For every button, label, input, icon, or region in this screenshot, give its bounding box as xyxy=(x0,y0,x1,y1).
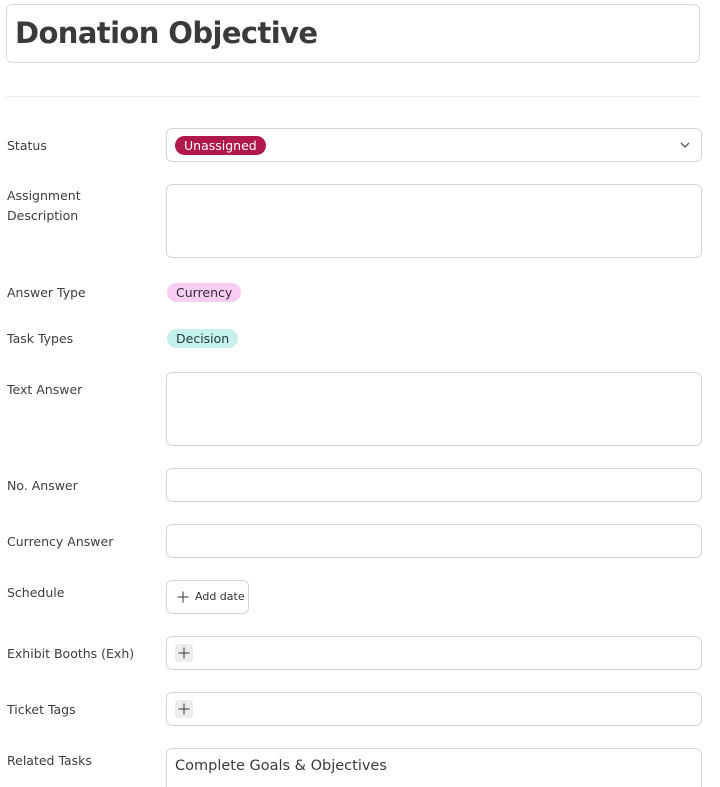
record-detail-page: Donation Objective Status Unassigned Ass… xyxy=(0,0,720,787)
ticket-tags-field[interactable] xyxy=(166,692,702,726)
divider xyxy=(6,96,700,97)
schedule-label: Schedule xyxy=(7,585,65,600)
exhibit-booths-field[interactable] xyxy=(166,636,702,670)
answer-type-tag[interactable]: Currency xyxy=(167,283,242,302)
plus-icon xyxy=(178,703,190,715)
status-label: Status xyxy=(7,138,47,153)
task-types-tag[interactable]: Decision xyxy=(167,329,239,348)
page-title[interactable]: Donation Objective xyxy=(15,16,318,50)
plus-icon xyxy=(178,647,190,659)
plus-icon xyxy=(177,591,189,603)
add-date-label: Add date xyxy=(195,590,245,603)
title-field[interactable]: Donation Objective xyxy=(6,4,700,63)
text-answer-label: Text Answer xyxy=(7,382,83,397)
status-select[interactable]: Unassigned xyxy=(166,128,702,162)
task-types-label: Task Types xyxy=(7,331,74,346)
no-answer-label: No. Answer xyxy=(7,478,78,493)
chevron-down-icon[interactable] xyxy=(679,140,691,150)
related-tasks-field[interactable]: Complete Goals & Objectives xyxy=(166,748,702,787)
add-date-button[interactable]: Add date xyxy=(166,580,249,614)
assignment-description-label: Assignment Description xyxy=(7,186,157,226)
add-ticket-tag-button[interactable] xyxy=(175,700,193,718)
currency-answer-label: Currency Answer xyxy=(7,534,114,549)
text-answer-textarea[interactable] xyxy=(166,372,702,446)
answer-type-label: Answer Type xyxy=(7,285,86,300)
exhibit-booths-label: Exhibit Booths (Exh) xyxy=(7,646,135,661)
assignment-description-label-line1: Assignment xyxy=(7,188,81,203)
assignment-description-textarea[interactable] xyxy=(166,184,702,258)
assignment-description-label-line2: Description xyxy=(7,208,79,223)
add-exhibit-booth-button[interactable] xyxy=(175,644,193,662)
related-task-link[interactable]: Complete Goals & Objectives xyxy=(175,758,387,774)
ticket-tags-label: Ticket Tags xyxy=(7,702,76,717)
status-badge: Unassigned xyxy=(175,136,266,155)
currency-answer-input[interactable] xyxy=(166,524,702,558)
no-answer-input[interactable] xyxy=(166,468,702,502)
related-tasks-label: Related Tasks xyxy=(7,753,92,768)
